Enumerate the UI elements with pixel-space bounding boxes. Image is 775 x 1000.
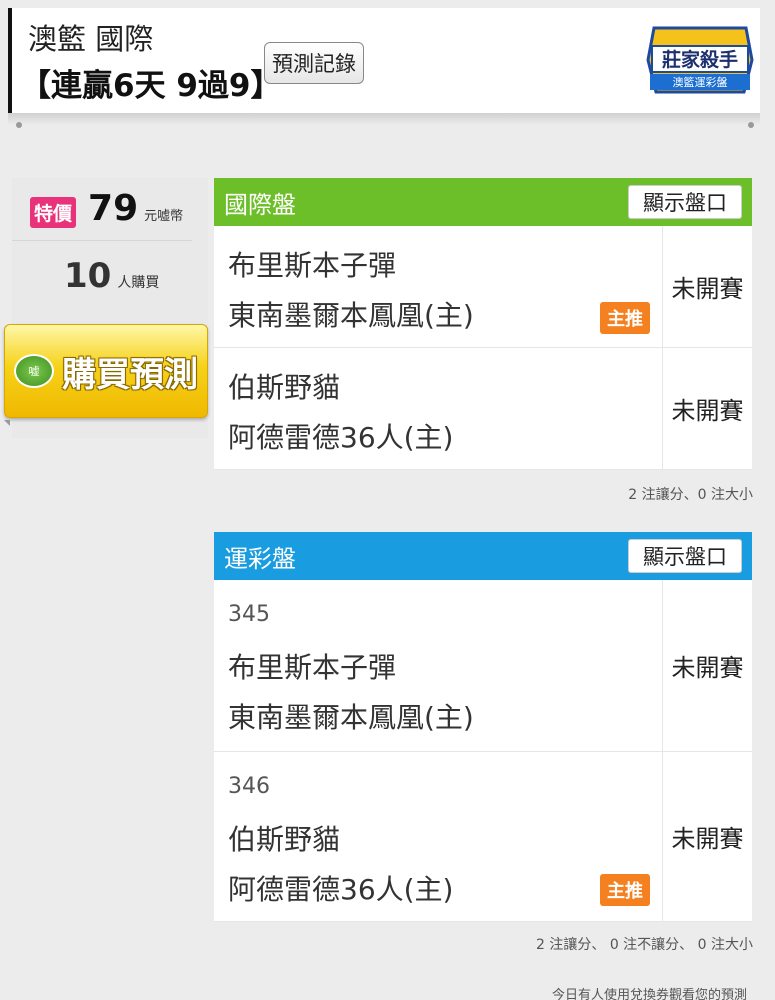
pin-dot-left	[16, 122, 22, 128]
page-header: 澳籃 國際 【連贏6天 9過9】 預測記錄 莊家殺手 澳籃運彩盤	[8, 8, 760, 113]
main-pick-badge: 主推	[600, 302, 650, 334]
main-pick-badge: 主推	[600, 874, 650, 906]
game-teams: 346 伯斯野貓 阿德雷德36人(主) 主推	[214, 752, 663, 921]
win-streak: 【連贏6天 9過9】	[20, 68, 282, 104]
away-team: 布里斯本子彈	[228, 249, 397, 282]
buyer-count: 10	[64, 256, 112, 296]
game-teams: 布里斯本子彈 東南墨爾本鳳凰(主) 主推	[214, 226, 663, 347]
game-status: 未開賽	[671, 654, 744, 682]
sport-odds-panel: 運彩盤 顯示盤口 345 布里斯本子彈 東南墨爾本鳳凰(主) 未開賽 346 伯…	[214, 532, 752, 922]
price-row: 特價 79 元嘘幣	[30, 188, 183, 229]
sidebar-divider	[12, 240, 192, 241]
pin-dot-right	[748, 122, 754, 128]
header-shadow	[8, 113, 760, 125]
buy-prediction-button[interactable]: 嘘 購買預測	[4, 324, 208, 418]
sport-bet-summary: 2 注讓分、 0 注不讓分、 0 注大小	[536, 937, 753, 953]
logo-text-top: 莊家殺手	[662, 48, 738, 71]
home-team: 阿德雷德36人(主)	[228, 873, 454, 906]
game-row[interactable]: 345 布里斯本子彈 東南墨爾本鳳凰(主) 未開賽	[214, 580, 752, 752]
game-row[interactable]: 布里斯本子彈 東南墨爾本鳳凰(主) 主推 未開賽	[214, 226, 752, 348]
fold-corner	[4, 420, 10, 426]
price-currency: 元嘘幣	[144, 209, 184, 224]
footer-notice: 今日有人使用兌換券觀看您的預測	[551, 988, 747, 1000]
buyers-row: 10 人購買	[64, 256, 159, 296]
sport-panel-title: 運彩盤	[224, 544, 296, 573]
away-team: 布里斯本子彈	[228, 651, 397, 684]
intl-bet-summary: 2 注讓分、0 注大小	[628, 487, 753, 503]
brand-logo: 莊家殺手 澳籃運彩盤	[644, 20, 756, 104]
game-status: 未開賽	[671, 825, 744, 853]
home-team: 東南墨爾本鳳凰(主)	[228, 701, 474, 734]
away-team: 伯斯野貓	[228, 823, 341, 856]
intl-odds-panel: 國際盤 顯示盤口 布里斯本子彈 東南墨爾本鳳凰(主) 主推 未開賽 伯斯野貓 阿…	[214, 178, 752, 470]
game-row[interactable]: 346 伯斯野貓 阿德雷德36人(主) 主推 未開賽	[214, 752, 752, 922]
intl-show-odds-button[interactable]: 顯示盤口	[628, 185, 742, 219]
game-status: 未開賽	[671, 397, 744, 425]
prediction-record-button[interactable]: 預測記錄	[264, 42, 364, 84]
home-team: 東南墨爾本鳳凰(主)	[228, 299, 474, 332]
page-title: 澳籃 國際	[28, 22, 154, 56]
game-teams: 伯斯野貓 阿德雷德36人(主)	[214, 348, 663, 469]
purchase-sidebar: 特價 79 元嘘幣 10 人購買 嘘 購買預測	[4, 178, 208, 438]
special-price-tag: 特價	[30, 197, 77, 228]
coin-icon: 嘘	[14, 354, 54, 388]
game-row[interactable]: 伯斯野貓 阿德雷德36人(主) 未開賽	[214, 348, 752, 470]
game-code: 346	[228, 774, 270, 799]
buy-prediction-label: 購買預測	[62, 354, 198, 395]
game-status: 未開賽	[671, 275, 744, 303]
intl-panel-header: 國際盤 顯示盤口	[214, 178, 752, 226]
away-team: 伯斯野貓	[228, 371, 341, 404]
intl-panel-title: 國際盤	[224, 190, 296, 219]
game-code: 345	[228, 602, 270, 627]
logo-text-bottom: 澳籃運彩盤	[673, 75, 728, 89]
sport-show-odds-button[interactable]: 顯示盤口	[628, 539, 742, 573]
sport-panel-header: 運彩盤 顯示盤口	[214, 532, 752, 580]
game-teams: 345 布里斯本子彈 東南墨爾本鳳凰(主)	[214, 580, 663, 751]
price-value: 79	[88, 188, 139, 229]
home-team: 阿德雷德36人(主)	[228, 421, 454, 454]
buyer-unit: 人購買	[117, 275, 160, 291]
